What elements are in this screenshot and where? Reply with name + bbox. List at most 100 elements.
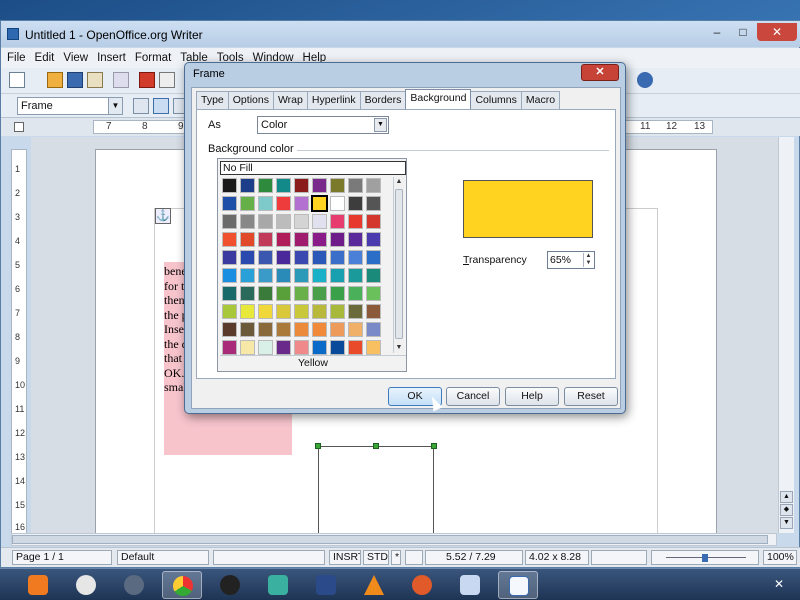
color-swatch[interactable]	[258, 322, 273, 337]
color-swatch[interactable]	[312, 178, 327, 193]
color-swatch[interactable]	[348, 268, 363, 283]
taskbar-app9[interactable]	[402, 571, 442, 599]
open-folder-icon[interactable]	[47, 72, 63, 88]
color-swatch[interactable]	[366, 250, 381, 265]
color-swatch[interactable]	[222, 214, 237, 229]
color-swatch[interactable]	[222, 268, 237, 283]
scroll-up-icon[interactable]: ▲	[780, 491, 793, 503]
chevron-down-icon[interactable]: ▼	[374, 118, 387, 132]
color-swatch[interactable]	[366, 232, 381, 247]
cancel-button[interactable]: Cancel	[446, 387, 500, 406]
color-swatch[interactable]	[348, 178, 363, 193]
color-swatch[interactable]	[258, 232, 273, 247]
color-swatch[interactable]	[348, 196, 363, 211]
color-swatch[interactable]	[258, 286, 273, 301]
scroll-thumb[interactable]	[395, 189, 403, 339]
page-indicator[interactable]: Page 1 / 1	[12, 550, 112, 565]
color-swatch[interactable]	[222, 196, 237, 211]
color-swatch[interactable]	[294, 250, 309, 265]
color-swatch[interactable]	[366, 340, 381, 355]
page-style[interactable]: Default	[117, 550, 209, 565]
color-swatch[interactable]	[258, 178, 273, 193]
tab-borders[interactable]: Borders	[359, 91, 407, 109]
color-swatch[interactable]	[348, 232, 363, 247]
color-swatch[interactable]	[366, 196, 381, 211]
color-swatch[interactable]	[240, 196, 255, 211]
color-swatch[interactable]	[276, 268, 291, 283]
color-swatch[interactable]	[222, 286, 237, 301]
language-field[interactable]	[213, 550, 325, 565]
color-swatch[interactable]	[294, 286, 309, 301]
color-swatch[interactable]	[240, 322, 255, 337]
color-swatch[interactable]	[222, 340, 237, 355]
color-swatch[interactable]	[366, 178, 381, 193]
taskbar-vlc[interactable]	[354, 571, 394, 599]
color-swatch[interactable]	[276, 250, 291, 265]
scroll-thumb[interactable]	[12, 535, 768, 544]
color-swatch[interactable]	[348, 340, 363, 355]
color-swatch[interactable]	[222, 232, 237, 247]
color-swatch[interactable]	[330, 214, 345, 229]
tab-wrap[interactable]: Wrap	[272, 91, 308, 109]
color-swatch[interactable]	[258, 268, 273, 283]
align-center-icon[interactable]	[153, 98, 169, 114]
tray-close-icon[interactable]: ✕	[774, 577, 784, 591]
color-swatch[interactable]	[258, 214, 273, 229]
tab-options[interactable]: Options	[227, 91, 274, 109]
resize-handle[interactable]	[373, 443, 379, 449]
color-swatch[interactable]	[276, 340, 291, 355]
save-icon[interactable]	[67, 72, 83, 88]
color-swatch[interactable]	[258, 304, 273, 319]
color-swatch[interactable]	[330, 178, 345, 193]
align-left-icon[interactable]	[133, 98, 149, 114]
color-swatch[interactable]	[312, 304, 327, 319]
color-swatch[interactable]	[240, 286, 255, 301]
color-swatch[interactable]	[276, 322, 291, 337]
color-swatch[interactable]	[312, 340, 327, 355]
taskbar-chrome[interactable]	[162, 571, 202, 599]
color-swatch[interactable]	[312, 286, 327, 301]
view-layout-icons[interactable]	[591, 550, 647, 565]
taskbar-app10[interactable]	[450, 571, 490, 599]
color-swatch[interactable]	[240, 232, 255, 247]
menu-file[interactable]: File	[7, 48, 26, 68]
color-swatch[interactable]	[276, 178, 291, 193]
color-swatch[interactable]	[222, 178, 237, 193]
selected-frame[interactable]	[315, 443, 437, 533]
minimize-button[interactable]: –	[705, 23, 729, 41]
color-swatch[interactable]	[294, 322, 309, 337]
color-swatch[interactable]	[312, 322, 327, 337]
color-swatch[interactable]	[294, 304, 309, 319]
color-swatch[interactable]	[258, 340, 273, 355]
menu-insert[interactable]: Insert	[97, 48, 126, 68]
resize-handle[interactable]	[431, 443, 437, 449]
color-swatch[interactable]	[222, 322, 237, 337]
color-swatch[interactable]	[330, 322, 345, 337]
color-swatch[interactable]	[258, 196, 273, 211]
color-swatch[interactable]	[330, 268, 345, 283]
vertical-scrollbar[interactable]: ▲ ◆ ▼	[778, 137, 794, 533]
scroll-down-icon[interactable]: ▼	[780, 517, 793, 529]
color-swatch[interactable]	[240, 214, 255, 229]
color-swatch[interactable]	[348, 322, 363, 337]
reset-button[interactable]: Reset	[564, 387, 618, 406]
taskbar-app7[interactable]	[306, 571, 346, 599]
selection-mode[interactable]: STD	[363, 550, 389, 565]
no-fill-option[interactable]: No Fill	[220, 161, 406, 175]
color-swatch[interactable]	[294, 268, 309, 283]
edit-file-icon[interactable]	[113, 72, 129, 88]
tab-stop-icon[interactable]	[14, 122, 24, 132]
tab-type[interactable]: Type	[196, 91, 229, 109]
tab-macro[interactable]: Macro	[520, 91, 561, 109]
color-swatch[interactable]	[330, 196, 345, 211]
tab-columns[interactable]: Columns	[470, 91, 522, 109]
color-swatch[interactable]	[312, 268, 327, 283]
color-swatch[interactable]	[294, 340, 309, 355]
taskbar-app2[interactable]	[66, 571, 106, 599]
color-swatch[interactable]	[276, 214, 291, 229]
zoom-thumb[interactable]	[702, 554, 708, 562]
color-swatch[interactable]	[276, 304, 291, 319]
taskbar-writer[interactable]	[498, 571, 538, 599]
color-swatch[interactable]	[240, 340, 255, 355]
taskbar-media-player[interactable]	[18, 571, 58, 599]
